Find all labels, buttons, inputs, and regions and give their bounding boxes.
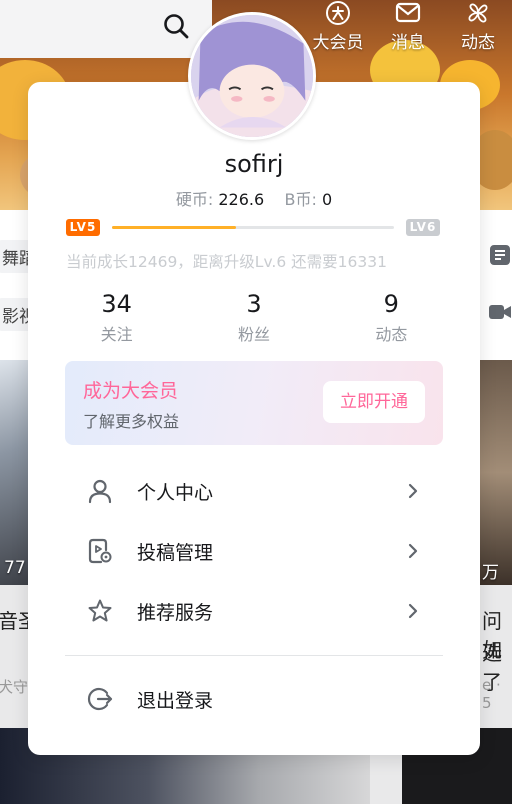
person-icon [88, 479, 112, 504]
avatar-image [191, 15, 313, 137]
top-nav: 大会员 消息 动态 [310, 0, 512, 58]
nav-vip[interactable]: 大会员 [310, 0, 366, 58]
bg-video-thumbnail[interactable] [0, 360, 30, 585]
stat-label: 粉丝 [237, 325, 270, 344]
username[interactable]: sofirj [28, 150, 480, 178]
search-box[interactable] [0, 0, 212, 58]
user-stats: 34 关注 3 粉丝 9 动态 [48, 289, 460, 345]
stat-label: 关注 [100, 325, 133, 344]
vip-subtitle: 了解更多权益 [83, 412, 180, 431]
stat-value: 3 [246, 290, 262, 318]
logout-label: 退出登录 [137, 689, 214, 712]
level-progress-track [112, 226, 394, 229]
upload-manage-icon [88, 538, 112, 564]
chevron-right-icon [408, 603, 418, 619]
b-coin-value: 0 [321, 190, 333, 209]
bg-view-count: 77 [4, 558, 26, 578]
menu-item-label: 个人中心 [137, 481, 214, 504]
avatar[interactable] [188, 12, 316, 140]
level-progress-fill [112, 226, 237, 229]
article-icon[interactable] [488, 243, 512, 267]
coin-balance: 硬币: 226.6 B币: 0 [28, 186, 480, 210]
nav-messages[interactable]: 消息 [380, 0, 436, 58]
growth-text: 当前成长12469，距离升级Lv.6 还需要16331 [66, 253, 387, 271]
bg-uploader: 犬守 [0, 678, 29, 696]
hard-coin-value: 226.6 [218, 190, 265, 209]
stat-value: 34 [101, 290, 132, 318]
chevron-right-icon [408, 543, 418, 559]
vip-promo-card[interactable]: 成为大会员 了解更多权益 立即开通 [65, 361, 443, 445]
bg-video-thumbnail[interactable] [480, 360, 512, 585]
stat-value: 9 [383, 290, 399, 318]
hard-coin-label: 硬币: [175, 190, 214, 209]
menu-item-personal-center[interactable]: 个人中心 [65, 465, 443, 517]
level-current-badge: LV5 [66, 219, 100, 236]
search-icon[interactable] [162, 12, 190, 40]
menu-item-recommend-service[interactable]: 推荐服务 [65, 585, 443, 637]
menu-item-label: 推荐服务 [137, 601, 214, 624]
b-coin-label: B币: [284, 190, 317, 209]
bg-view-count: 万 [482, 563, 499, 583]
bg-uploader: e · 5 [482, 676, 501, 712]
mail-icon [395, 2, 421, 23]
star-icon [88, 599, 112, 622]
pinwheel-icon [468, 3, 488, 23]
menu-divider [65, 655, 443, 656]
level-next-badge: LV6 [406, 219, 440, 236]
level-progress: LV5 LV6 [66, 219, 440, 237]
vip-open-button[interactable]: 立即开通 [323, 381, 425, 423]
nav-dynamic[interactable]: 动态 [450, 0, 506, 58]
vip-title: 成为大会员 [83, 380, 179, 402]
stat-label: 动态 [375, 325, 408, 344]
chevron-right-icon [408, 483, 418, 499]
menu-item-upload-manage[interactable]: 投稿管理 [65, 525, 443, 577]
stat-dynamics[interactable]: 9 动态 [323, 289, 460, 345]
menu-item-logout[interactable]: 退出登录 [65, 673, 443, 725]
stat-following[interactable]: 34 关注 [48, 289, 185, 345]
stat-followers[interactable]: 3 粉丝 [185, 289, 322, 345]
video-camera-icon[interactable] [488, 300, 512, 324]
menu-item-label: 投稿管理 [137, 541, 214, 564]
logout-icon [87, 687, 113, 711]
vip-icon [326, 1, 350, 25]
